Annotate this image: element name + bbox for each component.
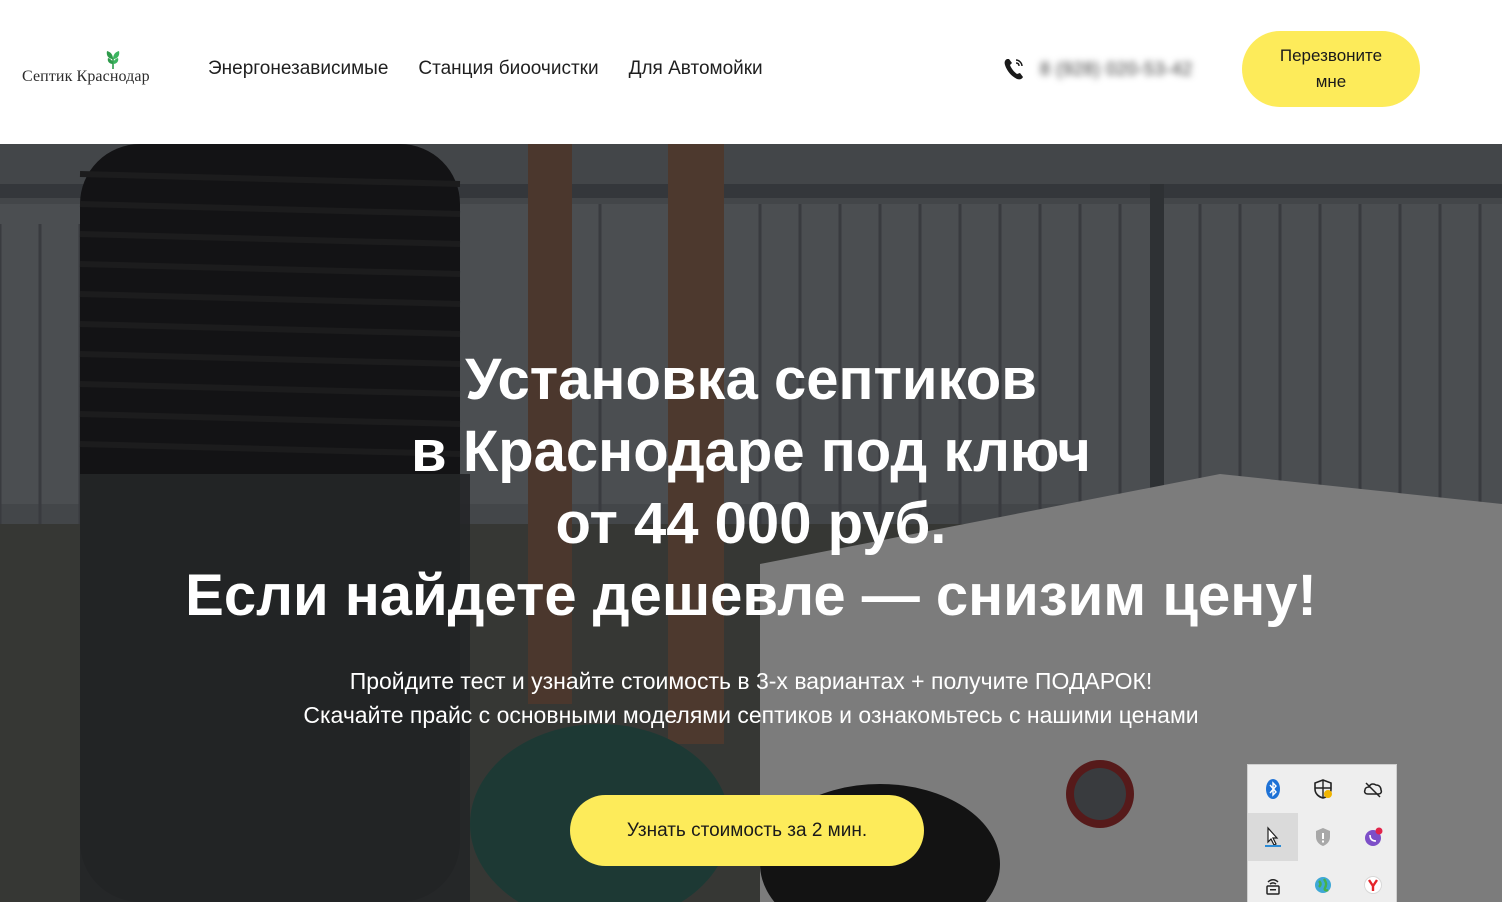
wifi-router-icon[interactable] xyxy=(1248,861,1298,902)
main-nav: Энергонезависимые Станция биоочистки Для… xyxy=(208,58,763,80)
hero-subtitle-line: Скачайте прайс с основными моделями септ… xyxy=(303,702,1199,728)
hero-title: Установка септиков в Краснодаре под ключ… xyxy=(0,344,1502,632)
leaf-icon xyxy=(106,51,120,69)
yandex-browser-icon[interactable] xyxy=(1348,861,1398,902)
site-logo[interactable]: Септик Краснодар xyxy=(22,48,162,92)
hero-subtitle-line: Пройдите тест и узнайте стоимость в 3-х … xyxy=(349,668,1153,694)
phone-block[interactable]: 8 (928) 020-53-42 xyxy=(1002,56,1193,82)
logo-text: Септик Краснодар xyxy=(22,68,150,85)
gray-shield-icon[interactable] xyxy=(1298,813,1348,861)
bluetooth-icon[interactable] xyxy=(1248,765,1298,813)
system-tray-popup xyxy=(1247,764,1397,902)
hero-title-line: в Краснодаре под ключ xyxy=(411,419,1091,484)
nav-item-energy-independent[interactable]: Энергонезависимые xyxy=(208,58,388,80)
hero-title-line: Установка септиков xyxy=(465,347,1037,412)
callback-button[interactable]: Перезвоните мне xyxy=(1242,31,1420,107)
viber-icon[interactable] xyxy=(1348,813,1398,861)
cursor-tool-icon[interactable] xyxy=(1248,813,1298,861)
security-shield-icon[interactable] xyxy=(1298,765,1348,813)
cloud-offline-icon[interactable] xyxy=(1348,765,1398,813)
phone-number[interactable]: 8 (928) 020-53-42 xyxy=(1040,59,1193,80)
get-price-button[interactable]: Узнать стоимость за 2 мин. xyxy=(570,795,924,866)
site-header: Септик Краснодар Энергонезависимые Станц… xyxy=(0,0,1502,144)
hero-subtitle: Пройдите тест и узнайте стоимость в 3-х … xyxy=(0,664,1502,732)
globe-icon[interactable] xyxy=(1298,861,1348,902)
hero-title-line: Если найдете дешевле — снизим цену! xyxy=(185,563,1317,628)
nav-item-bio-station[interactable]: Станция биоочистки xyxy=(418,58,598,80)
phone-icon xyxy=(1004,59,1023,80)
nav-item-car-wash[interactable]: Для Автомойки xyxy=(629,58,763,80)
hero-title-line: от 44 000 руб. xyxy=(555,491,947,556)
